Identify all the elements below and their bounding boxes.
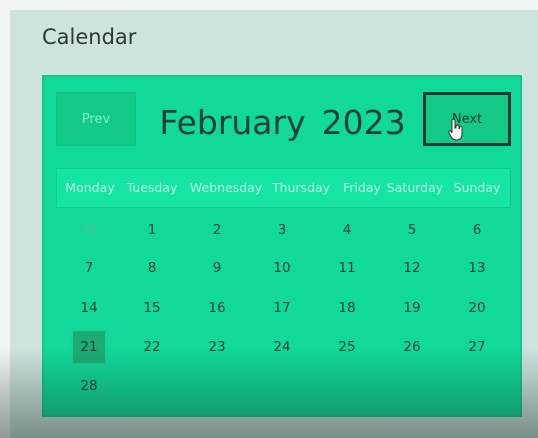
day-cell[interactable]: 4 bbox=[329, 212, 365, 248]
next-month-button[interactable]: Next bbox=[423, 92, 511, 146]
day-cell[interactable]: 10 bbox=[264, 250, 300, 286]
month-year-label: February 2023 bbox=[150, 99, 415, 145]
day-cell[interactable]: 13 bbox=[459, 250, 495, 286]
day-cell[interactable]: 28 bbox=[71, 368, 107, 404]
day-cell[interactable]: 12 bbox=[394, 250, 430, 286]
weekday-label: Thursday bbox=[271, 180, 331, 195]
day-cell[interactable]: 27 bbox=[459, 329, 495, 365]
month-label: February bbox=[159, 102, 306, 142]
day-cell[interactable]: 3 bbox=[264, 212, 300, 248]
day-cell[interactable]: 16 bbox=[199, 290, 235, 326]
weekday-label: Monday bbox=[65, 180, 115, 195]
day-cell[interactable]: 20 bbox=[459, 290, 495, 326]
hand-pointer-icon bbox=[448, 118, 463, 141]
day-cell[interactable]: 1 bbox=[134, 212, 170, 248]
day-cell[interactable]: 23 bbox=[199, 329, 235, 365]
weekday-label: Friday bbox=[343, 180, 381, 195]
day-cell[interactable]: 19 bbox=[394, 290, 430, 326]
day-cell[interactable]: 5 bbox=[394, 212, 430, 248]
screen: Calendar Prev February 2023 Next Monday T… bbox=[0, 0, 538, 438]
day-cell[interactable]: 22 bbox=[134, 329, 170, 365]
prev-month-button[interactable]: Prev bbox=[56, 92, 136, 146]
day-cell[interactable]: 26 bbox=[394, 329, 430, 365]
day-cell[interactable]: 17 bbox=[264, 290, 300, 326]
weekday-label: Webnesday bbox=[189, 180, 263, 195]
year-label: 2023 bbox=[321, 102, 406, 142]
day-cell[interactable]: 25 bbox=[329, 329, 365, 365]
day-cell[interactable]: 24 bbox=[264, 329, 300, 365]
day-cell[interactable]: 9 bbox=[199, 250, 235, 286]
day-cell[interactable]: 8 bbox=[134, 250, 170, 286]
day-cell[interactable]: 11 bbox=[329, 250, 365, 286]
day-cell-selected[interactable]: 21 bbox=[71, 329, 107, 365]
day-cell[interactable]: 15 bbox=[134, 290, 170, 326]
day-cell[interactable]: 14 bbox=[71, 290, 107, 326]
day-cell[interactable]: 18 bbox=[329, 290, 365, 326]
weekday-label: Sunday bbox=[453, 180, 501, 195]
day-cell[interactable]: 31 bbox=[71, 212, 107, 248]
weekday-label: Tuesday bbox=[126, 180, 178, 195]
day-cell[interactable]: 2 bbox=[199, 212, 235, 248]
weekday-label: Saturday bbox=[386, 180, 444, 195]
window-title: Calendar bbox=[42, 25, 137, 49]
day-cell[interactable]: 7 bbox=[71, 250, 107, 286]
day-cell[interactable]: 6 bbox=[459, 212, 495, 248]
